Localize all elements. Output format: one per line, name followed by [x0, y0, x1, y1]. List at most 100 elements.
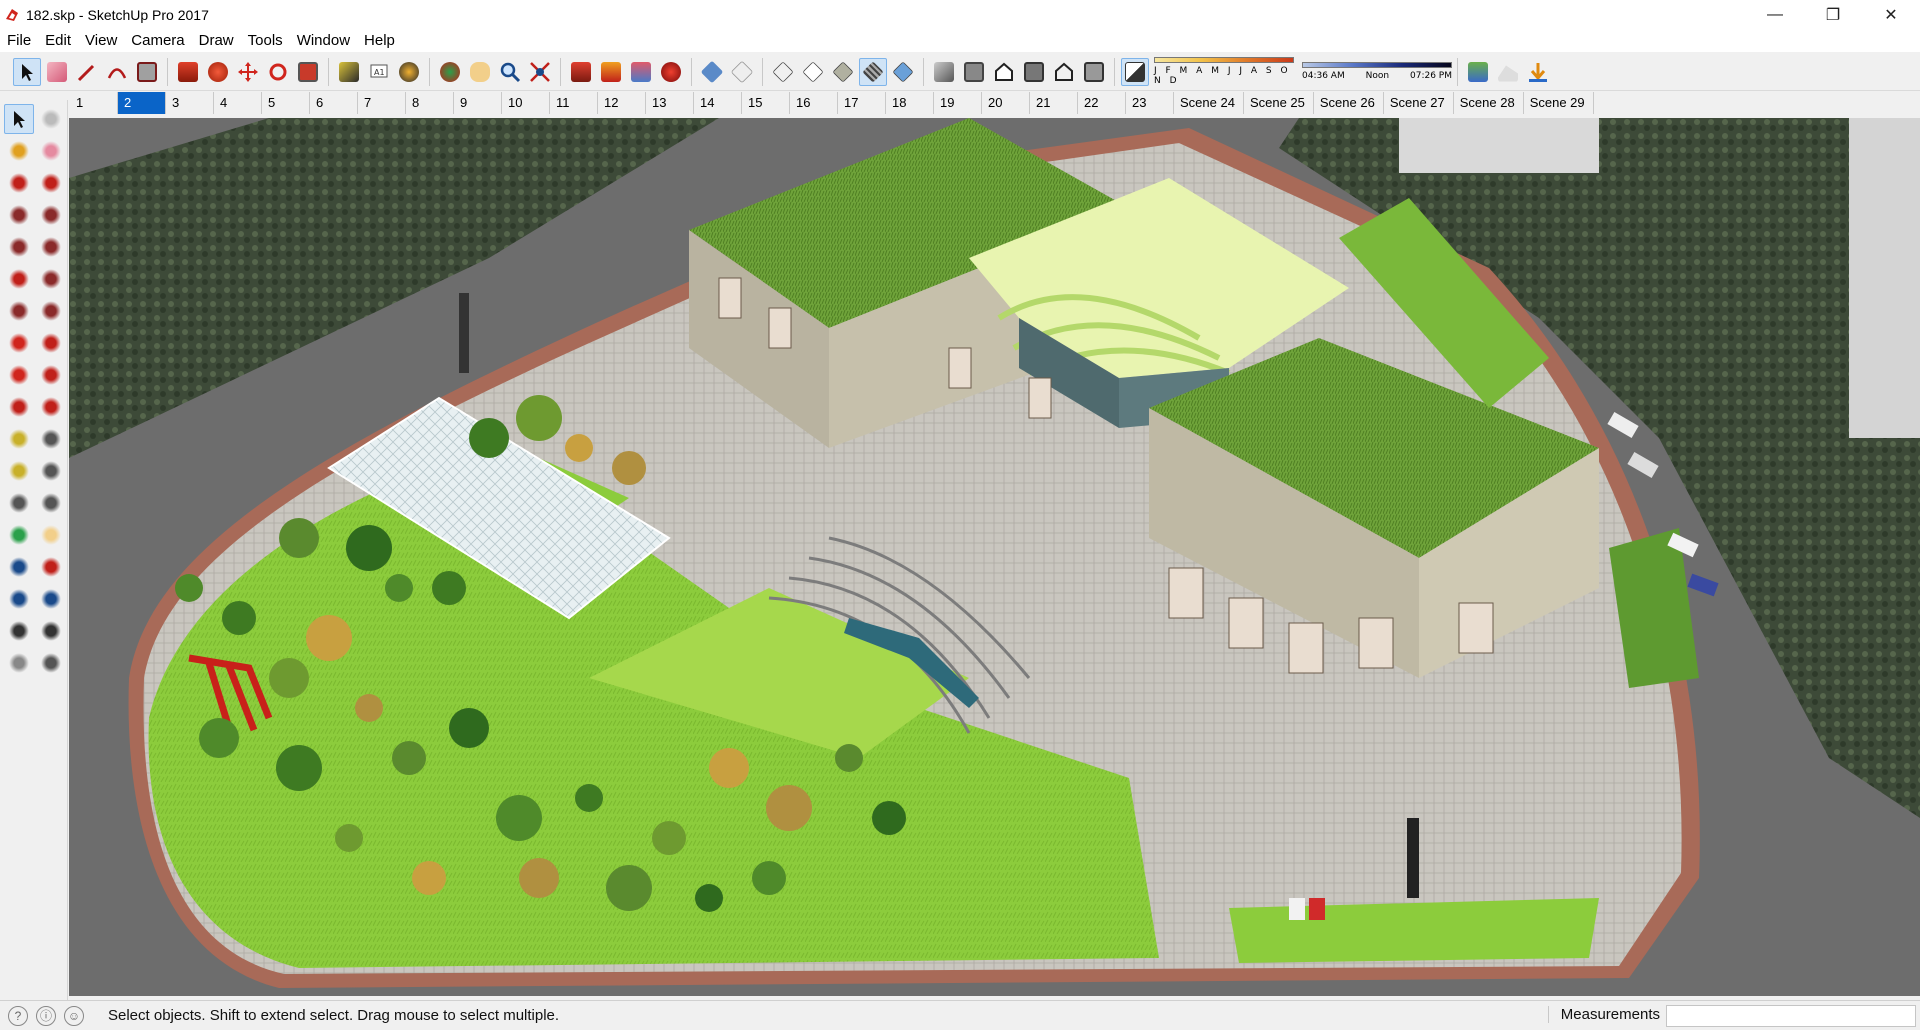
xray-button[interactable]	[698, 58, 726, 86]
follow-me-tool-button[interactable]	[36, 360, 66, 390]
shadows-toggle-button[interactable]	[1121, 57, 1149, 86]
scene-tab[interactable]: 23	[1126, 92, 1174, 114]
paint-bucket-tool-button[interactable]	[395, 58, 423, 86]
section-plane-tool-button[interactable]	[36, 648, 66, 678]
shaded-button[interactable]	[829, 58, 857, 86]
pie-tool-button[interactable]	[4, 296, 34, 326]
menu-tools[interactable]: Tools	[241, 30, 290, 52]
menu-camera[interactable]: Camera	[124, 30, 191, 52]
push-pull-tool-button[interactable]	[174, 58, 202, 86]
scene-tab[interactable]: 13	[646, 92, 694, 114]
shadow-time-slider[interactable]: 04:36 AM Noon 07:26 PM	[1302, 56, 1452, 88]
move-tool-button[interactable]	[4, 328, 34, 358]
scale-tool-button[interactable]	[294, 58, 322, 86]
look-around-tool-button[interactable]	[36, 616, 66, 646]
hidden-line-button[interactable]	[799, 58, 827, 86]
scene-tab[interactable]: Scene 29	[1524, 92, 1594, 114]
pan-tool-button[interactable]	[36, 520, 66, 550]
three-point-arc-tool-button[interactable]	[36, 296, 66, 326]
protractor-tool-button[interactable]	[4, 456, 34, 486]
scene-tab[interactable]: 6	[310, 92, 358, 114]
scene-tab[interactable]: 1	[70, 92, 118, 114]
scene-tab[interactable]: Scene 24	[1174, 92, 1244, 114]
tape-measure-tool-button[interactable]	[4, 424, 34, 454]
scene-tab[interactable]: 10	[502, 92, 550, 114]
user-account-icon[interactable]: ☺	[64, 1005, 84, 1026]
scene-tab[interactable]: 17	[838, 92, 886, 114]
extension-warehouse-button[interactable]	[657, 58, 685, 86]
eraser-tool-button[interactable]	[43, 58, 71, 86]
geolocation-icon[interactable]: ?	[8, 1005, 28, 1026]
dimension-tool-button[interactable]	[36, 424, 66, 454]
scene-tab[interactable]: 12	[598, 92, 646, 114]
menu-file[interactable]: File	[0, 30, 38, 52]
shadow-date-slider[interactable]: J F M A M J J A S O N D	[1154, 56, 1294, 88]
right-view-button[interactable]	[1020, 58, 1048, 86]
scene-tab[interactable]: 18	[886, 92, 934, 114]
scene-tab[interactable]: Scene 26	[1314, 92, 1384, 114]
scene-tab[interactable]: 22	[1078, 92, 1126, 114]
menu-edit[interactable]: Edit	[38, 30, 78, 52]
line-tool-button[interactable]	[73, 58, 101, 86]
front-view-button[interactable]	[990, 58, 1018, 86]
iso-view-button[interactable]	[930, 58, 958, 86]
axes-tool-button[interactable]	[4, 488, 34, 518]
zoom-extents-tool-button[interactable]	[526, 58, 554, 86]
rectangle-tool-button[interactable]	[4, 200, 34, 230]
line-tool-button[interactable]	[4, 168, 34, 198]
walk-tool-button[interactable]	[4, 648, 34, 678]
circle-tool-button[interactable]	[4, 232, 34, 262]
rotate-tool-button[interactable]	[264, 58, 292, 86]
pan-tool-button[interactable]	[466, 58, 494, 86]
scale-tool-button[interactable]	[4, 392, 34, 422]
toggle-terrain-button[interactable]	[1494, 58, 1522, 86]
orbit-tool-button[interactable]	[4, 520, 34, 550]
zoom-window-tool-button[interactable]	[36, 552, 66, 582]
scene-tab[interactable]: 16	[790, 92, 838, 114]
scene-tab[interactable]: 5	[262, 92, 310, 114]
back-view-button[interactable]	[1050, 58, 1078, 86]
model-viewport[interactable]	[69, 118, 1920, 996]
select-tool-button[interactable]	[4, 104, 34, 134]
scene-tab[interactable]: 7	[358, 92, 406, 114]
arc-tool-button[interactable]	[4, 264, 34, 294]
scene-tab[interactable]: 8	[406, 92, 454, 114]
zoom-tool-button[interactable]	[496, 58, 524, 86]
close-button[interactable]: ✕	[1862, 0, 1920, 30]
follow-me-tool-button[interactable]	[204, 58, 232, 86]
text-tool-button[interactable]: A1	[365, 58, 393, 86]
text-tool-button[interactable]	[36, 456, 66, 486]
push-pull-tool-button[interactable]	[36, 328, 66, 358]
freehand-tool-button[interactable]	[36, 168, 66, 198]
scene-tab[interactable]: 9	[454, 92, 502, 114]
restore-button[interactable]: ❐	[1804, 0, 1862, 30]
zoom-tool-button[interactable]	[4, 552, 34, 582]
zoom-extents-tool-button[interactable]	[4, 584, 34, 614]
menu-window[interactable]: Window	[290, 30, 357, 52]
monochrome-button[interactable]	[889, 58, 917, 86]
left-view-button[interactable]	[1080, 58, 1108, 86]
photo-textures-button[interactable]	[1524, 58, 1552, 86]
offset-tool-button[interactable]	[36, 392, 66, 422]
scene-tab[interactable]: 21	[1030, 92, 1078, 114]
scene-tab[interactable]: 4	[214, 92, 262, 114]
position-camera-tool-button[interactable]	[4, 616, 34, 646]
warehouse-button[interactable]	[567, 58, 595, 86]
scene-tab[interactable]: 11	[550, 92, 598, 114]
scene-tab[interactable]: 3	[166, 92, 214, 114]
previous-view-tool-button[interactable]	[36, 584, 66, 614]
measurements-field[interactable]	[1666, 1005, 1916, 1027]
wireframe-button[interactable]	[769, 58, 797, 86]
menu-draw[interactable]: Draw	[192, 30, 241, 52]
credits-icon[interactable]: ⓘ	[36, 1005, 56, 1026]
scene-tab[interactable]: Scene 25	[1244, 92, 1314, 114]
rotate-tool-button[interactable]	[4, 360, 34, 390]
share-model-button[interactable]	[597, 58, 625, 86]
share-component-button[interactable]	[627, 58, 655, 86]
minimize-button[interactable]: —	[1746, 0, 1804, 30]
rotated-rectangle-tool-button[interactable]	[36, 200, 66, 230]
scene-tab[interactable]: 15	[742, 92, 790, 114]
two-point-arc-tool-button[interactable]	[36, 264, 66, 294]
menu-help[interactable]: Help	[357, 30, 402, 52]
move-tool-button[interactable]	[234, 58, 262, 86]
